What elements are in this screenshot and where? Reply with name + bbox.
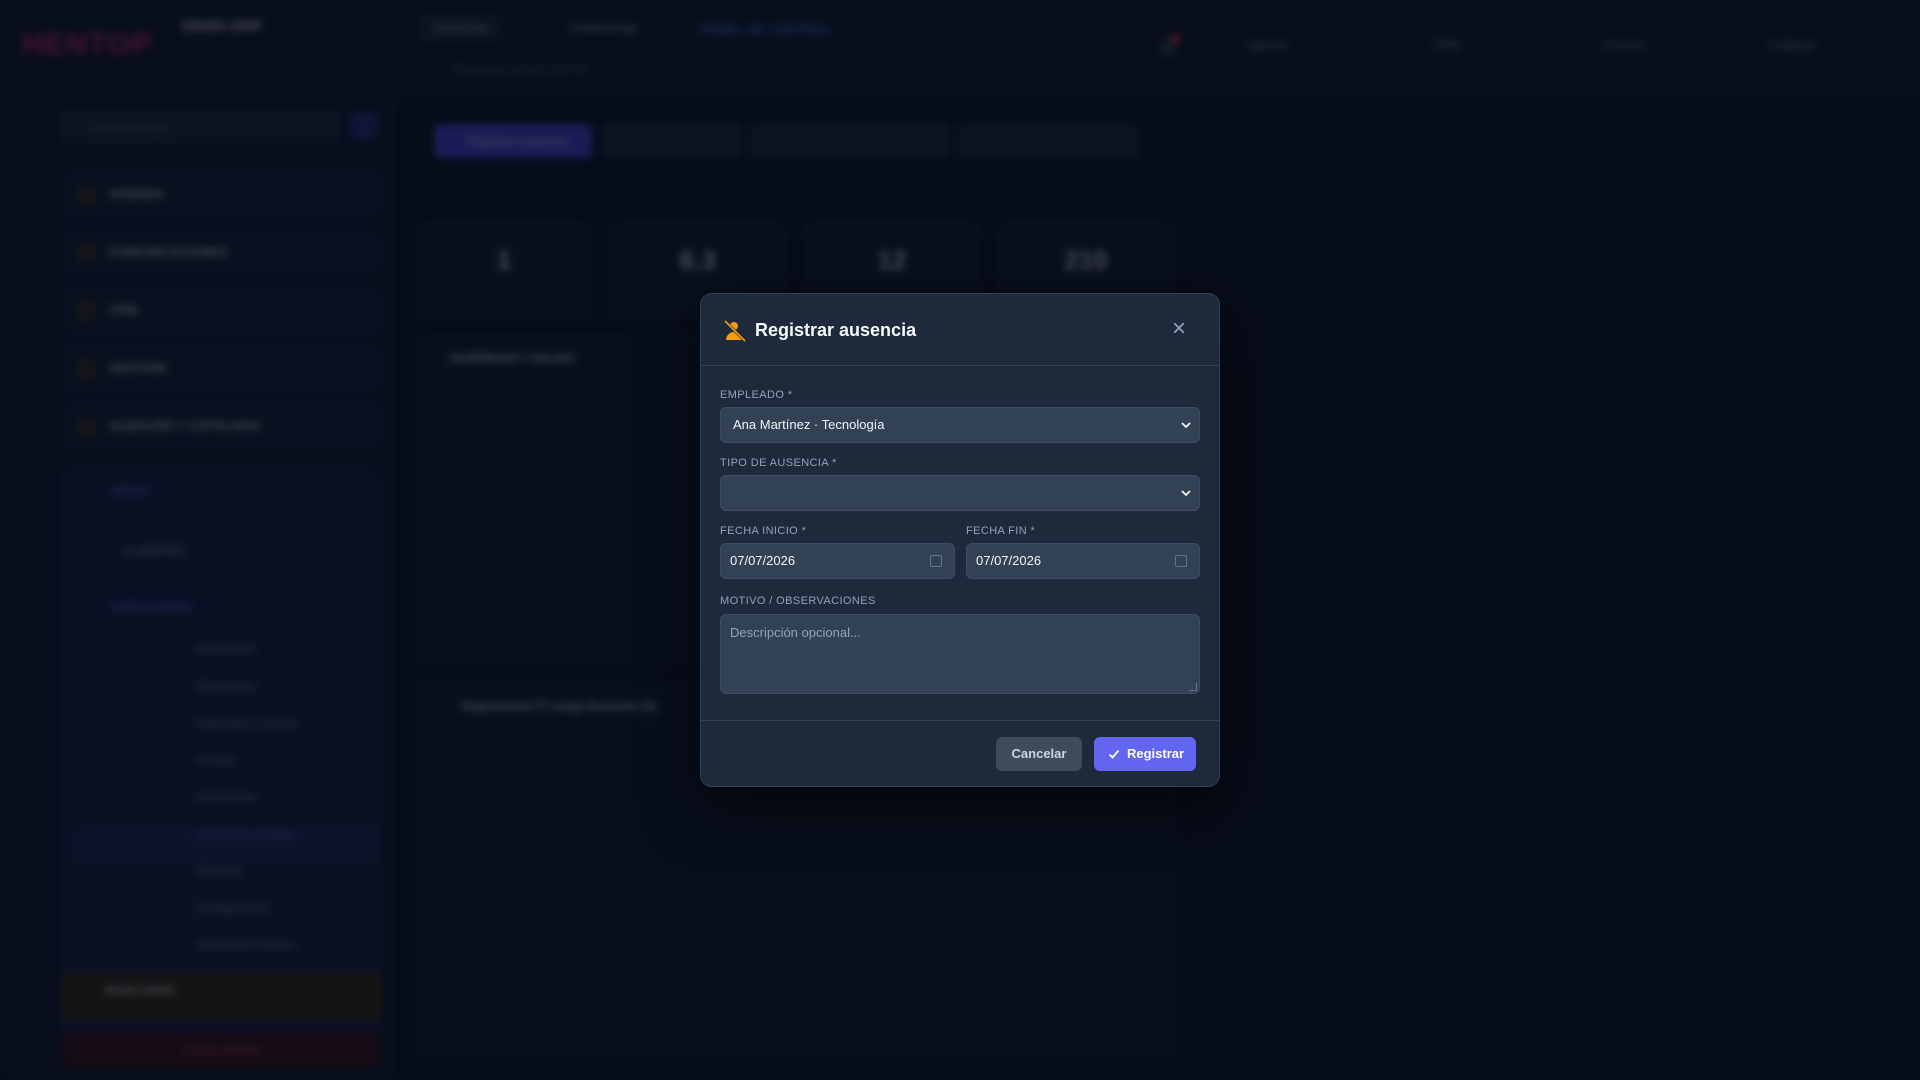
employee-select[interactable]: Ana Martínez · Tecnología	[720, 407, 1200, 443]
notes-placeholder: Descripción opcional...	[730, 625, 861, 640]
calendar-icon[interactable]	[1175, 555, 1187, 567]
employee-select-value: Ana Martínez · Tecnología	[733, 417, 885, 432]
end-date-input[interactable]: 07/07/2026	[966, 543, 1200, 579]
employee-label: EMPLEADO *	[720, 389, 793, 401]
close-icon[interactable]: ×	[1167, 317, 1191, 342]
end-date-value: 07/07/2026	[976, 553, 1042, 568]
chevron-down-icon	[1181, 490, 1191, 497]
check-icon	[1108, 749, 1120, 759]
cancel-button[interactable]: Cancelar	[996, 737, 1082, 771]
calendar-icon[interactable]	[930, 555, 942, 567]
user-absence-icon	[723, 319, 747, 343]
modal-title: Registrar ausencia	[755, 320, 917, 340]
end-date-label: FECHA FIN *	[966, 525, 1036, 537]
start-date-input[interactable]: 07/07/2026	[720, 543, 955, 579]
register-button[interactable]: Registrar	[1094, 737, 1196, 771]
register-button-label: Registrar	[1127, 746, 1185, 761]
chevron-down-icon	[1181, 422, 1191, 429]
start-date-value: 07/07/2026	[730, 553, 796, 568]
start-date-label: FECHA INICIO *	[720, 525, 807, 537]
absence-type-select[interactable]	[720, 475, 1200, 511]
notes-textarea[interactable]: Descripción opcional...	[720, 614, 1200, 694]
absence-type-label: TIPO DE AUSENCIA *	[720, 457, 837, 469]
register-absence-modal: Registrar ausencia × EMPLEADO * Ana Mart…	[700, 293, 1220, 787]
modal-header: Registrar ausencia ×	[701, 294, 1219, 366]
resize-handle[interactable]	[1189, 683, 1197, 691]
notes-label: MOTIVO / OBSERVACIONES	[720, 595, 876, 607]
